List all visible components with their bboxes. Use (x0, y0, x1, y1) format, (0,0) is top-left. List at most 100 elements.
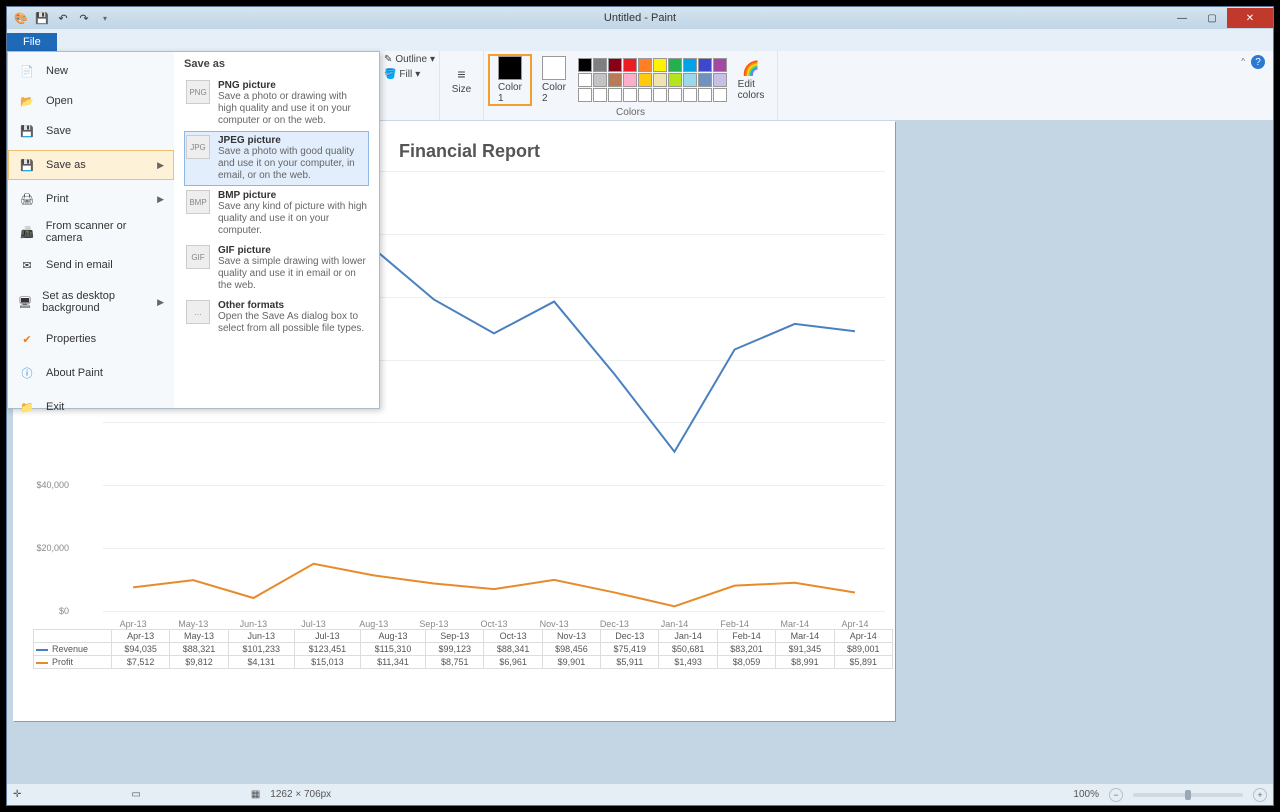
bmp-icon: BMP (186, 190, 210, 214)
qat-redo-icon[interactable]: ↷ (76, 10, 92, 26)
ribbon-collapse-icon[interactable]: ^ (1241, 57, 1245, 66)
color-swatch[interactable] (593, 88, 607, 102)
menu-scanner[interactable]: 📠From scanner or camera (8, 214, 174, 250)
menu-save[interactable]: 💾Save (8, 116, 174, 146)
submenu-arrow-icon: ▶ (157, 297, 164, 308)
outline-button[interactable]: ✎Outline ▾ (381, 53, 438, 66)
color-swatch[interactable] (623, 73, 637, 87)
statusbar: ✛ ▭ ▦ 1262 × 706px 100% − + (7, 783, 1273, 805)
file-menu: 📄New 📂Open 💾Save 💾Save as▶ 🖨Print▶ 📠From… (7, 51, 380, 409)
menu-exit[interactable]: 📁Exit (8, 392, 174, 422)
fill-button[interactable]: 🪣Fill ▾ (381, 68, 423, 81)
info-icon: ⓘ (18, 364, 36, 382)
color-swatch[interactable] (698, 88, 712, 102)
menu-save-as[interactable]: 💾Save as▶ (8, 150, 174, 180)
exit-icon: 📁 (18, 398, 36, 416)
color-swatch[interactable] (698, 58, 712, 72)
saveas-header: Save as (184, 58, 369, 70)
color1-button[interactable]: Color 1 (490, 56, 530, 104)
color-swatch[interactable] (668, 73, 682, 87)
saveas-png[interactable]: PNGPNG pictureSave a photo or drawing wi… (184, 76, 369, 131)
cursor-pos-icon: ✛ (13, 789, 21, 800)
titlebar: 🎨 💾 ↶ ↷ ▾ Untitled - Paint — ▢ ✕ (7, 7, 1273, 29)
ribbon-tabs: File (7, 29, 1273, 51)
color-palette[interactable] (578, 58, 727, 102)
fill-icon: 🪣 (384, 69, 396, 80)
menu-new[interactable]: 📄New (8, 56, 174, 86)
menu-desktop-bg[interactable]: 🖥Set as desktop background▶ (8, 284, 174, 320)
color2-button[interactable]: Color 2 (534, 56, 574, 104)
color-swatch[interactable] (653, 58, 667, 72)
color-swatch[interactable] (668, 88, 682, 102)
file-tab[interactable]: File (7, 33, 57, 51)
selection-icon: ▭ (131, 789, 140, 800)
saveas-gif[interactable]: GIFGIF pictureSave a simple drawing with… (184, 241, 369, 296)
scanner-icon: 📠 (18, 223, 36, 241)
new-icon: 📄 (18, 62, 36, 80)
x-axis-labels: Apr-13May-13Jun-13Jul-13Aug-13Sep-13Oct-… (103, 619, 885, 629)
color-swatch[interactable] (623, 58, 637, 72)
chart-title: Financial Report (399, 141, 540, 162)
color-swatch[interactable] (683, 73, 697, 87)
window-title: Untitled - Paint (604, 12, 676, 24)
size-button[interactable]: ≡Size (442, 66, 482, 95)
saveas-other[interactable]: …Other formatsOpen the Save As dialog bo… (184, 296, 369, 339)
color-swatch[interactable] (653, 73, 667, 87)
color-swatch[interactable] (683, 88, 697, 102)
color-swatch[interactable] (578, 58, 592, 72)
jpeg-icon: JPG (186, 135, 210, 159)
color-swatch[interactable] (578, 88, 592, 102)
color-swatch[interactable] (683, 58, 697, 72)
open-icon: 📂 (18, 92, 36, 110)
zoom-out-button[interactable]: − (1109, 788, 1123, 802)
menu-properties[interactable]: ✔Properties (8, 324, 174, 354)
desktop-icon: 🖥 (18, 293, 32, 311)
other-icon: … (186, 300, 210, 324)
zoom-in-button[interactable]: + (1253, 788, 1267, 802)
color-swatch[interactable] (668, 58, 682, 72)
color-swatch[interactable] (653, 88, 667, 102)
color-swatch[interactable] (698, 73, 712, 87)
color-swatch[interactable] (578, 73, 592, 87)
maximize-button[interactable]: ▢ (1197, 8, 1227, 28)
saveas-bmp[interactable]: BMPBMP pictureSave any kind of picture w… (184, 186, 369, 241)
properties-icon: ✔ (18, 330, 36, 348)
menu-open[interactable]: 📂Open (8, 86, 174, 116)
color-swatch[interactable] (623, 88, 637, 102)
color-swatch[interactable] (608, 73, 622, 87)
edit-colors-button[interactable]: 🌈Edit colors (731, 60, 771, 101)
save-icon: 💾 (18, 122, 36, 140)
color-swatch[interactable] (638, 73, 652, 87)
saveas-icon: 💾 (18, 156, 36, 174)
email-icon: ✉ (18, 256, 36, 274)
zoom-level: 100% (1073, 789, 1099, 800)
submenu-arrow-icon: ▶ (157, 160, 164, 171)
color-swatch[interactable] (713, 88, 727, 102)
menu-about[interactable]: ⓘAbout Paint (8, 358, 174, 388)
color-swatch[interactable] (593, 58, 607, 72)
color-swatch[interactable] (638, 88, 652, 102)
submenu-arrow-icon: ▶ (157, 194, 164, 205)
qat-undo-icon[interactable]: ↶ (55, 10, 71, 26)
saveas-jpeg[interactable]: JPGJPEG pictureSave a photo with good qu… (184, 131, 369, 186)
zoom-slider[interactable] (1133, 793, 1243, 797)
color-swatch[interactable] (608, 58, 622, 72)
menu-print[interactable]: 🖨Print▶ (8, 184, 174, 214)
close-button[interactable]: ✕ (1227, 8, 1273, 28)
dimensions-icon: ▦ (251, 789, 260, 800)
color-swatch[interactable] (713, 73, 727, 87)
help-button[interactable]: ? (1251, 55, 1265, 69)
color-swatch[interactable] (713, 58, 727, 72)
minimize-button[interactable]: — (1167, 8, 1197, 28)
menu-email[interactable]: ✉Send in email (8, 250, 174, 280)
outline-icon: ✎ (384, 54, 392, 65)
color-swatch[interactable] (638, 58, 652, 72)
qat-save-icon[interactable]: 💾 (34, 10, 50, 26)
colors-group-label: Colors (616, 107, 645, 118)
png-icon: PNG (186, 80, 210, 104)
qat-customize-icon[interactable]: ▾ (97, 10, 113, 26)
chart-data-table: Apr-13May-13Jun-13Jul-13Aug-13Sep-13Oct-… (33, 629, 893, 669)
color-swatch[interactable] (593, 73, 607, 87)
color-swatch[interactable] (608, 88, 622, 102)
size-icon: ≡ (457, 66, 465, 82)
